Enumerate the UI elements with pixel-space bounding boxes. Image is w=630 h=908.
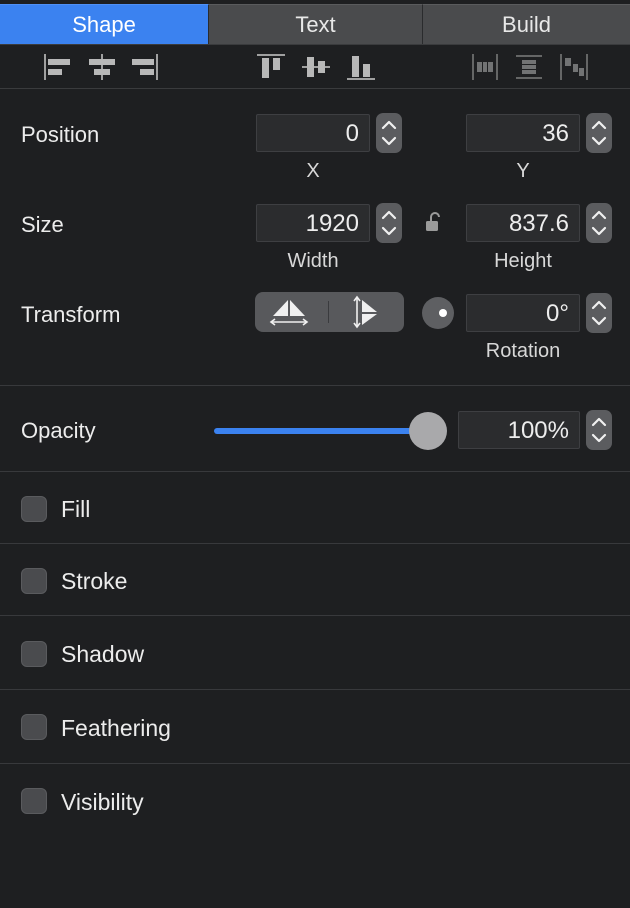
opacity-field[interactable]: 100% bbox=[458, 411, 580, 449]
rotation-knob-indicator bbox=[439, 309, 447, 317]
distribute-group bbox=[472, 54, 588, 80]
stepper-arrows-icon bbox=[591, 300, 607, 326]
size-label: Size bbox=[21, 212, 64, 237]
stroke-checkbox[interactable] bbox=[21, 568, 47, 594]
align-left-icon[interactable] bbox=[44, 54, 70, 80]
section-label: Fill bbox=[61, 496, 91, 522]
section-label: Visibility bbox=[61, 789, 144, 815]
align-bottom-icon[interactable] bbox=[347, 56, 375, 80]
rotation-label: Rotation bbox=[485, 340, 561, 362]
horizontal-align-group bbox=[44, 54, 158, 80]
align-right-icon[interactable] bbox=[132, 54, 158, 80]
height-stepper[interactable] bbox=[586, 203, 612, 243]
width-field[interactable]: 1920 bbox=[256, 204, 370, 242]
shadow-checkbox[interactable] bbox=[21, 641, 47, 667]
opacity-stepper[interactable] bbox=[586, 410, 612, 450]
section-label: Feathering bbox=[61, 715, 171, 741]
rotation-field[interactable]: 0° bbox=[466, 294, 580, 332]
opacity-slider-track[interactable] bbox=[214, 428, 428, 434]
section-label: Shadow bbox=[61, 641, 145, 667]
align-center-icon[interactable] bbox=[89, 54, 115, 80]
alignment-toolbar bbox=[0, 45, 630, 89]
visibility-checkbox[interactable] bbox=[21, 788, 47, 814]
stepper-arrows-icon bbox=[381, 120, 397, 146]
section-feathering[interactable]: Feathering bbox=[0, 691, 630, 763]
section-fill[interactable]: Fill bbox=[0, 472, 630, 544]
tab-shape[interactable]: Shape bbox=[0, 4, 209, 44]
stepper-arrows-icon bbox=[591, 210, 607, 236]
divider bbox=[0, 385, 630, 386]
inspector-tabs: Shape Text Build bbox=[0, 4, 630, 45]
rotation-stepper[interactable] bbox=[586, 293, 612, 333]
tab-text[interactable]: Text bbox=[209, 4, 423, 44]
align-top-icon[interactable] bbox=[257, 54, 285, 78]
width-stepper[interactable] bbox=[376, 203, 402, 243]
flip-horizontal-button[interactable] bbox=[255, 292, 328, 332]
position-x-field[interactable]: 0 bbox=[256, 114, 370, 152]
fill-checkbox[interactable] bbox=[21, 496, 47, 522]
divider bbox=[0, 615, 630, 616]
feathering-checkbox[interactable] bbox=[21, 714, 47, 740]
section-shadow[interactable]: Shadow bbox=[0, 617, 630, 689]
stepper-arrows-icon bbox=[381, 210, 397, 236]
opacity-label: Opacity bbox=[21, 418, 96, 443]
flip-vertical-icon bbox=[353, 295, 377, 329]
position-x-stepper[interactable] bbox=[376, 113, 402, 153]
opacity-slider-thumb[interactable] bbox=[409, 412, 447, 450]
flip-vertical-button[interactable] bbox=[329, 292, 402, 332]
width-label: Width bbox=[287, 250, 339, 272]
align-middle-icon[interactable] bbox=[302, 57, 330, 77]
section-stroke[interactable]: Stroke bbox=[0, 544, 630, 616]
position-label: Position bbox=[21, 122, 100, 147]
distribute-spacing-icon[interactable] bbox=[560, 54, 588, 80]
position-y-label: Y bbox=[516, 160, 530, 182]
stepper-arrows-icon bbox=[591, 417, 607, 443]
divider bbox=[0, 763, 630, 764]
tab-build[interactable]: Build bbox=[423, 4, 630, 44]
unlocked-lock-icon[interactable] bbox=[425, 212, 441, 232]
distribute-vertical-icon[interactable] bbox=[516, 55, 542, 79]
distribute-horizontal-icon[interactable] bbox=[472, 54, 498, 80]
height-label: Height bbox=[494, 250, 552, 272]
section-label: Stroke bbox=[61, 568, 128, 594]
section-visibility[interactable]: Visibility bbox=[0, 765, 630, 837]
transform-label: Transform bbox=[21, 302, 121, 327]
height-field[interactable]: 837.6 bbox=[466, 204, 580, 242]
rotation-knob[interactable] bbox=[422, 297, 454, 329]
stepper-arrows-icon bbox=[591, 120, 607, 146]
position-x-label: X bbox=[306, 160, 320, 182]
flip-control bbox=[255, 292, 404, 332]
vertical-align-group bbox=[257, 54, 375, 80]
position-y-stepper[interactable] bbox=[586, 113, 612, 153]
divider bbox=[0, 689, 630, 690]
position-y-field[interactable]: 36 bbox=[466, 114, 580, 152]
flip-horizontal-icon bbox=[269, 300, 309, 326]
